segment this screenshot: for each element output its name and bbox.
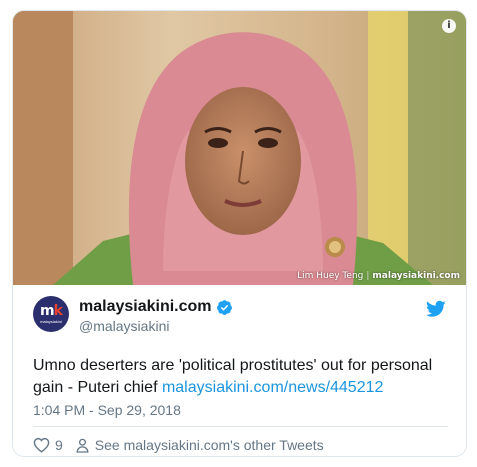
tweet-text: Umno deserters are 'political prostitute… bbox=[33, 355, 453, 399]
photo-credit: Lim Huey Teng | malaysiakini.com bbox=[297, 271, 460, 281]
avatar-logo: mk bbox=[40, 303, 63, 319]
info-icon[interactable]: i bbox=[442, 19, 456, 33]
photo-credit-brand: malaysiakini.com bbox=[372, 271, 460, 281]
verified-badge-icon bbox=[216, 299, 232, 315]
other-tweets-link[interactable]: See malaysiakini.com's other Tweets bbox=[76, 437, 324, 453]
author-name[interactable]: malaysiakini.com bbox=[79, 298, 233, 316]
tweet-header: mk malaysiakini malaysiakini.com @malays… bbox=[33, 296, 448, 346]
photo-image bbox=[13, 11, 466, 285]
avatar-subtext: malaysiakini bbox=[40, 319, 62, 324]
author-display-name: malaysiakini.com bbox=[79, 298, 212, 315]
tweet-actions: 9 See malaysiakini.com's other Tweets bbox=[33, 435, 324, 455]
tweet-timestamp[interactable]: 1:04 PM - Sep 29, 2018 bbox=[33, 402, 181, 418]
like-count: 9 bbox=[55, 437, 63, 453]
divider bbox=[33, 426, 448, 427]
like-button[interactable]: 9 bbox=[33, 437, 63, 453]
twitter-logo-icon[interactable] bbox=[426, 300, 446, 318]
tweet-card: i Lim Huey Teng | malaysiakini.com mk mala… bbox=[12, 10, 467, 457]
tweet-link[interactable]: malaysiakini.com/news/445212 bbox=[162, 379, 383, 396]
avatar[interactable]: mk malaysiakini bbox=[33, 296, 69, 332]
author-handle[interactable]: @malaysiakini bbox=[79, 318, 169, 334]
heart-icon bbox=[33, 437, 50, 453]
person-icon bbox=[76, 438, 89, 453]
other-tweets-label: See malaysiakini.com's other Tweets bbox=[94, 437, 324, 453]
tweet-photo[interactable]: i Lim Huey Teng | malaysiakini.com bbox=[13, 11, 466, 285]
photo-credit-name: Lim Huey Teng bbox=[297, 271, 364, 281]
